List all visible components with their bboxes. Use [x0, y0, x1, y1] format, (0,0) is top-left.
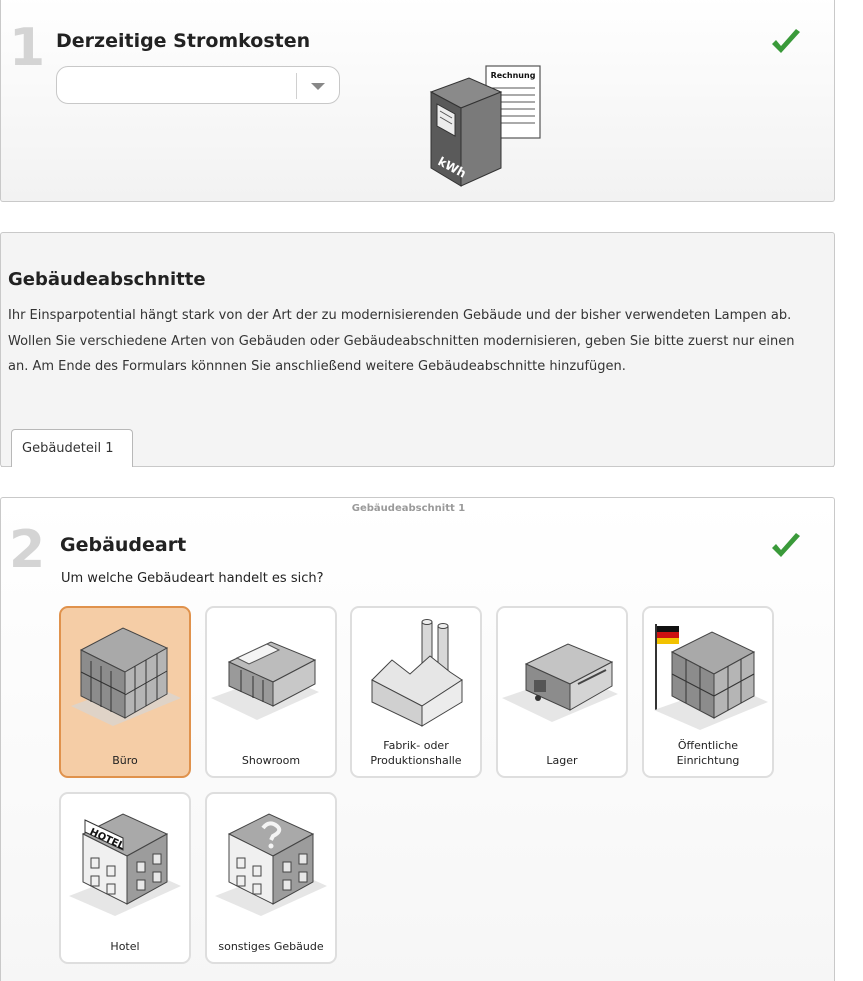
hotel-icon: HOTEL [69, 813, 181, 916]
showroom-icon [211, 641, 319, 720]
building-type-public[interactable]: Öffentliche Einrichtung [642, 606, 774, 778]
select-divider [296, 73, 297, 99]
building-type-hotel[interactable]: HOTEL Hotel [59, 792, 191, 964]
building-type-other[interactable]: sonstiges Gebäude [205, 792, 337, 964]
question-text: Um welche Gebäudeart handelt es sich? [61, 571, 324, 586]
invoice-label: Rechnung [491, 71, 536, 80]
check-icon [772, 29, 800, 53]
step2-panel: Gebäudeabschnitt 1 2 Gebäudeart Um welch… [0, 497, 835, 981]
option-label: Fabrik- oder Produktionshalle [370, 739, 462, 767]
building-type-showroom[interactable]: Showroom [205, 606, 337, 778]
building-type-factory[interactable]: Fabrik- oder Produktionshalle [350, 606, 482, 778]
warehouse-icon [502, 643, 618, 722]
meter-invoice-illustration: Rechnung kWh [429, 65, 541, 187]
section-title: Gebäudeabschnitte [8, 269, 206, 290]
tab-building-part-1[interactable]: Gebäudeteil 1 [11, 429, 133, 467]
building-type-warehouse[interactable]: Lager [496, 606, 628, 778]
building-type-office[interactable]: Büro [59, 606, 191, 778]
office-building-icon [71, 627, 181, 726]
option-label: Showroom [241, 754, 301, 767]
step-title: Gebäudeart [60, 534, 187, 556]
step-title: Derzeitige Stromkosten [56, 30, 311, 52]
public-building-icon [654, 624, 768, 730]
step-number: 1 [9, 18, 46, 78]
check-icon [772, 533, 800, 557]
option-label: Büro [112, 754, 138, 767]
section-description: Ihr Einsparpotential hängt stark von der… [8, 308, 795, 374]
option-label: Lager [546, 754, 578, 767]
section-caption: Gebäudeabschnitt 1 [351, 503, 466, 514]
step-number: 2 [9, 520, 46, 580]
other-building-icon [215, 813, 327, 916]
option-label: Hotel [110, 940, 140, 953]
option-label: Öffentliche Einrichtung [676, 739, 740, 767]
electricity-cost-select[interactable] [56, 66, 340, 104]
option-label: sonstiges Gebäude [218, 940, 324, 953]
factory-icon [371, 619, 463, 727]
step1-panel: 1 Derzeitige Stromkosten Rechnung kWh [0, 0, 835, 202]
building-sections-panel: Gebäudeabschnitte Ihr Einsparpotential h… [0, 232, 835, 467]
chevron-down-icon[interactable] [311, 83, 325, 90]
